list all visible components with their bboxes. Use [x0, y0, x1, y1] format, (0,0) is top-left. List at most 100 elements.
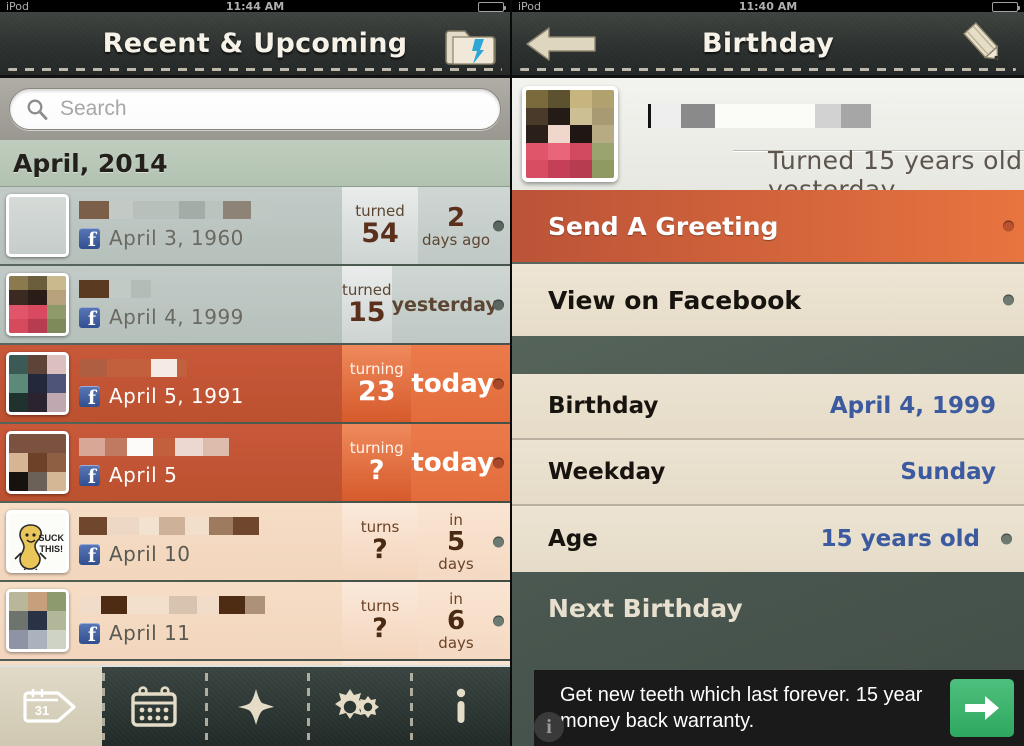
when-bottom: days	[438, 633, 474, 652]
row-date: April 5, 1991	[109, 384, 244, 408]
detail-key: Weekday	[548, 459, 666, 485]
birthday-list[interactable]: April 3, 1960 turned 54 2 days ago	[0, 187, 510, 711]
tag-hole	[493, 220, 504, 231]
age-value: 54	[361, 217, 399, 249]
tag-hole	[1003, 220, 1014, 232]
avatar-caption: SUCK	[38, 533, 64, 543]
when-top: in	[449, 510, 463, 529]
stitch-divider	[520, 68, 1016, 71]
age-label: turned	[355, 201, 405, 220]
page-title: Recent & Upcoming	[102, 28, 408, 59]
age-tag[interactable]: turned 54 2 days ago	[342, 187, 510, 264]
when-big: 6	[446, 605, 466, 636]
facebook-icon	[79, 385, 100, 409]
status-bar-left: iPod 11:44 AM	[0, 0, 510, 12]
age-tag[interactable]: turns ? in 5 days	[342, 503, 510, 580]
age-label: turns	[360, 596, 400, 615]
avatar[interactable]: SUCK THIS!	[6, 510, 69, 573]
tab-add[interactable]	[204, 667, 307, 746]
next-birthday-section: Next Birthday	[512, 572, 1024, 636]
avatar[interactable]	[6, 194, 69, 257]
facebook-icon	[79, 622, 100, 646]
age-tag[interactable]: turning 23 today	[342, 345, 510, 422]
table-row[interactable]: April 5 turning ? today	[0, 424, 510, 501]
tag-hole	[493, 536, 504, 547]
section-header-label: April, 2014	[13, 148, 168, 178]
page-title: Birthday	[702, 28, 834, 59]
tab-settings[interactable]	[307, 667, 409, 746]
age-cell: turns ?	[342, 582, 418, 659]
folder-icon[interactable]	[440, 18, 500, 70]
app-screenshot: iPod 11:44 AM Recent & Upcoming Search A…	[0, 0, 1024, 746]
when-mid: today	[411, 447, 494, 478]
gear-icon	[335, 688, 380, 719]
toolbar-calendar-day: 31	[35, 703, 49, 718]
tab-info[interactable]	[409, 667, 510, 746]
ad-info-glyph: i	[546, 715, 552, 738]
tag-hole	[493, 457, 504, 468]
tab-calendar[interactable]	[102, 667, 204, 746]
table-row[interactable]: April 3, 1960 turned 54 2 days ago	[0, 187, 510, 264]
age-tag[interactable]: turned 15 yesterday	[342, 266, 510, 343]
row-date: April 10	[109, 542, 191, 566]
age-label: turning	[349, 359, 404, 378]
contact-header: Turned 15 years old yesterday.	[512, 78, 1024, 204]
age-label: turning	[349, 438, 404, 457]
avatar[interactable]	[522, 86, 618, 182]
avatar[interactable]	[6, 589, 69, 652]
when-bottom: days	[438, 554, 474, 573]
back-arrow-icon[interactable]	[522, 20, 602, 68]
search-input[interactable]: Search	[9, 88, 501, 130]
status-bar-right: iPod 11:40 AM	[512, 0, 1024, 12]
avatar[interactable]	[6, 352, 69, 415]
view-on-facebook-button[interactable]: View on Facebook	[512, 264, 1024, 336]
ad-cta-button[interactable]	[950, 679, 1014, 737]
age-value: ?	[372, 612, 388, 644]
detail-row-age[interactable]: Age 15 years old	[512, 506, 1024, 572]
search-icon	[27, 99, 48, 120]
detail-value: Sunday	[900, 459, 996, 485]
redacted-name	[79, 280, 342, 298]
row-date: April 11	[109, 621, 191, 645]
pencil-icon[interactable]	[954, 18, 1014, 70]
tag-hole	[493, 615, 504, 626]
table-row[interactable]: SUCK THIS! April 10	[0, 503, 510, 580]
redacted-name	[79, 438, 342, 456]
stitch-divider	[8, 68, 502, 71]
age-cell: turning 23	[342, 345, 412, 422]
age-tag[interactable]: turns ? in 6 days	[342, 582, 510, 659]
tab-recent-upcoming[interactable]: 31	[0, 667, 103, 746]
facebook-icon	[79, 464, 100, 488]
age-tag[interactable]: turning ? today	[342, 424, 510, 501]
avatar[interactable]	[6, 431, 69, 494]
view-on-facebook-label: View on Facebook	[548, 285, 802, 315]
ad-banner[interactable]: i Get new teeth which last forever. 15 y…	[534, 670, 1024, 746]
tag-hole	[493, 378, 504, 389]
redacted-name	[79, 201, 342, 219]
when-top: in	[449, 589, 463, 608]
right-screen: iPod 11:40 AM Birthday Turned 15 years o…	[512, 0, 1024, 746]
tag-hole	[1003, 294, 1014, 306]
left-screen: iPod 11:44 AM Recent & Upcoming Search A…	[0, 0, 512, 746]
row-date: April 4, 1999	[109, 305, 244, 329]
detail-row-weekday: Weekday Sunday	[512, 440, 1024, 506]
peanut-cartoon-icon	[9, 513, 66, 570]
ad-info-icon[interactable]: i	[534, 712, 564, 742]
detail-value: 15 years old	[820, 526, 980, 552]
detail-row-birthday: Birthday April 4, 1999	[512, 374, 1024, 440]
table-row[interactable]: April 11 turns ? in 6 days	[0, 582, 510, 659]
detail-body: Send A Greeting View on Facebook Birthda…	[512, 190, 1024, 746]
when-mid: today	[411, 368, 494, 399]
row-date: April 5	[109, 463, 178, 487]
detail-key: Birthday	[548, 393, 659, 419]
table-row[interactable]: April 5, 1991 turning 23 today	[0, 345, 510, 422]
battery-icon	[992, 2, 1020, 12]
avatar[interactable]	[6, 273, 69, 336]
send-greeting-button[interactable]: Send A Greeting	[512, 190, 1024, 262]
age-value: 23	[357, 375, 396, 407]
detail-value: April 4, 1999	[829, 393, 996, 419]
calendar-icon	[130, 685, 177, 727]
table-row[interactable]: April 4, 1999 turned 15 yesterday	[0, 266, 510, 343]
facebook-icon	[79, 543, 100, 567]
bottom-toolbar[interactable]: 31	[0, 665, 510, 746]
